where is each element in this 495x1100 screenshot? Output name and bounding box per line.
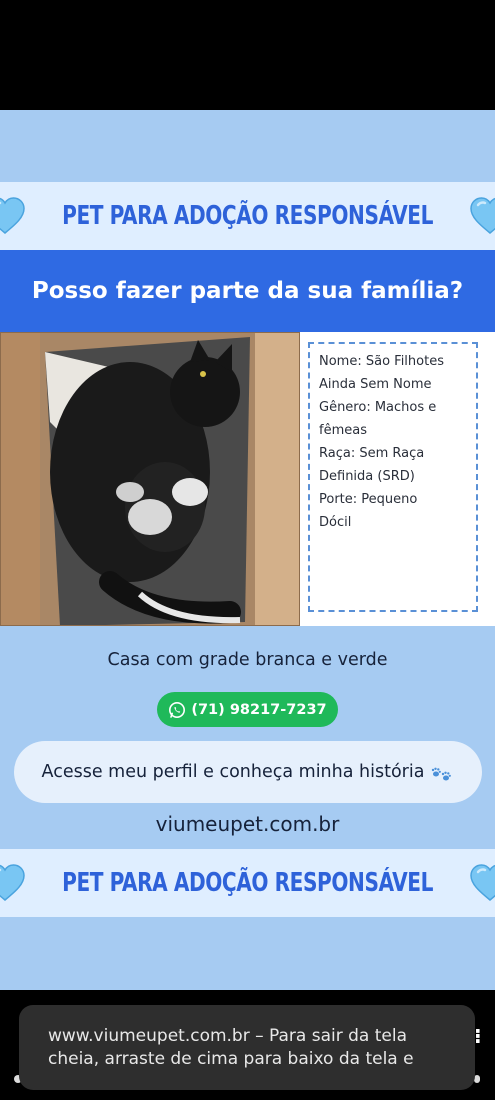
info-line-name: Nome: São Filhotes (319, 354, 444, 369)
pet-info-box: Nome: São Filhotes Ainda Sem Nome Gênero… (308, 342, 478, 612)
bottom-banner: PET PARA ADOÇÃO RESPONSÁVEL (0, 849, 495, 917)
paw-prints-icon (432, 767, 452, 781)
info-line-breed: Raça: Sem Raça (319, 446, 425, 461)
light-blue-heart-icon (470, 197, 495, 234)
pet-photo (0, 332, 300, 626)
profile-link-label: Acesse meu perfil e conheça minha histór… (41, 762, 425, 782)
toast-message: www.viumeupet.com.br – Para sair da tela… (48, 1026, 414, 1069)
info-line-size: Porte: Pequeno (319, 492, 418, 507)
status-area-top (0, 0, 495, 110)
profile-link-button[interactable]: Acesse meu perfil e conheça minha histór… (14, 741, 482, 803)
cat-with-kittens-photo (0, 332, 300, 626)
address-text: Casa com grade branca e verde (107, 650, 388, 670)
light-blue-heart-icon (0, 197, 25, 234)
adoption-poster: PET PARA ADOÇÃO RESPONSÁVEL Posso fazer … (0, 110, 495, 990)
whatsapp-button[interactable]: (71) 98217-7237 (157, 692, 338, 727)
info-line-name-cont: Ainda Sem Nome (319, 377, 432, 392)
banner-title: PET PARA ADOÇÃO RESPONSÁVEL (62, 201, 433, 231)
info-line-gender-cont: fêmeas (319, 423, 367, 438)
info-line-gender: Gênero: Machos e (319, 400, 437, 415)
edge-menu-icon: ⁝ (474, 1024, 482, 1048)
pet-info-panel: Nome: São Filhotes Ainda Sem Nome Gênero… (300, 332, 495, 626)
whatsapp-icon (169, 701, 186, 718)
info-line-breed-cont: Definida (SRD) (319, 469, 415, 484)
question-title-bar: Posso fazer parte da sua família? (0, 250, 495, 332)
banner-title: PET PARA ADOÇÃO RESPONSÁVEL (62, 868, 433, 898)
website-text: viumeupet.com.br (155, 812, 340, 836)
top-banner: PET PARA ADOÇÃO RESPONSÁVEL (0, 182, 495, 250)
light-blue-heart-icon (470, 864, 495, 901)
page-title: Posso fazer parte da sua família? (31, 278, 464, 304)
fullscreen-toast: www.viumeupet.com.br – Para sair da tela… (19, 1005, 475, 1090)
light-blue-heart-icon (0, 864, 25, 901)
phone-number: (71) 98217-7237 (191, 701, 327, 718)
info-line-temperament: Dócil (319, 515, 352, 530)
